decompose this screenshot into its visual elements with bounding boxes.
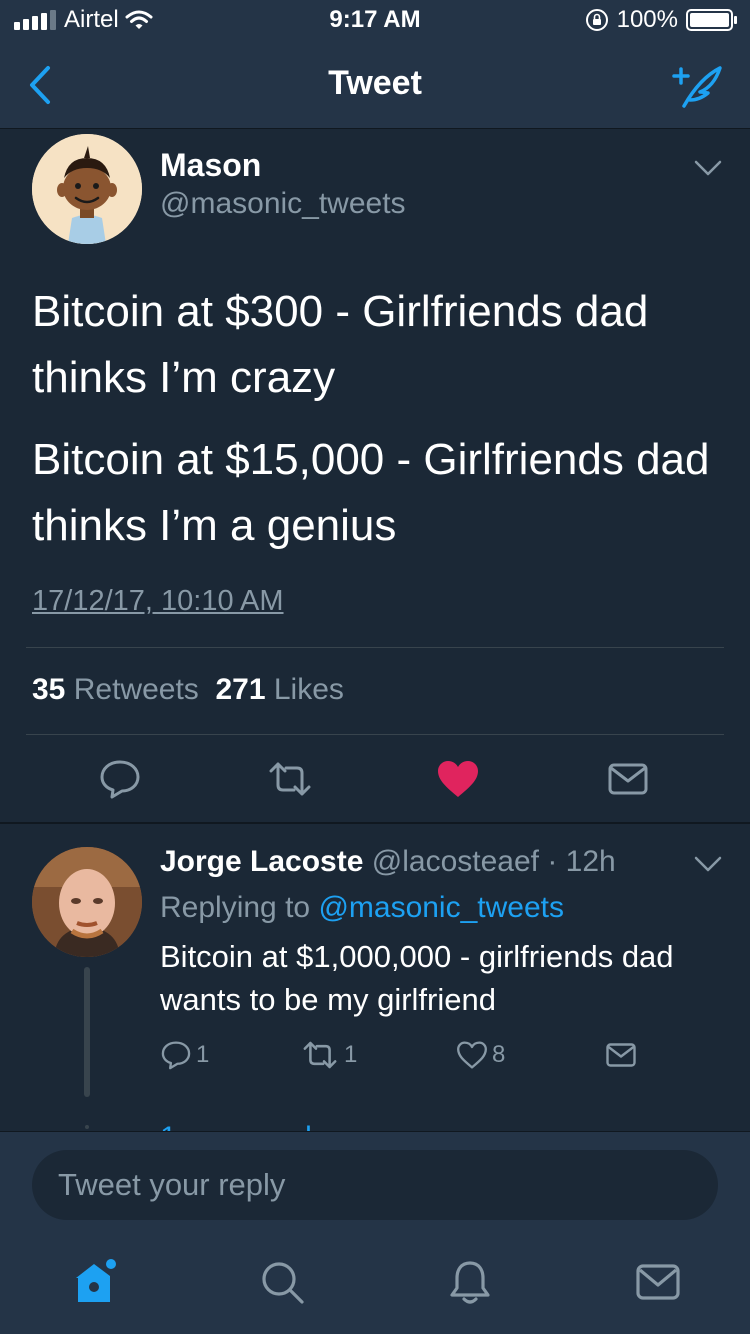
- reply-icon: [161, 1041, 191, 1070]
- tweet-text: Bitcoin at $300 - Girlfriends dad thinks…: [32, 279, 722, 575]
- more-replies-link[interactable]: 1 more reply: [160, 1115, 327, 1131]
- replying-to-link[interactable]: @masonic_tweets: [318, 891, 564, 924]
- reply-reply-button[interactable]: 1: [160, 1037, 209, 1073]
- tweet-timestamp[interactable]: 17/12/17, 10:10 AM: [32, 585, 284, 618]
- message-icon: [606, 1043, 636, 1067]
- replying-prefix: Replying to: [160, 891, 311, 924]
- reply-author-handle[interactable]: @lacosteaef: [372, 845, 539, 878]
- likes-label: Likes: [273, 673, 344, 706]
- reply-composer: [0, 1131, 750, 1237]
- heart-icon[interactable]: [436, 759, 480, 799]
- retweet-icon: [303, 1041, 337, 1069]
- divider: [26, 647, 724, 648]
- battery-icon: [686, 9, 737, 31]
- avatar-illustration: [32, 134, 142, 244]
- reply-author-name[interactable]: Jorge Lacoste: [160, 845, 363, 878]
- retweet-count: 35: [32, 673, 66, 706]
- tab-bar: [0, 1236, 750, 1334]
- reply-like-button[interactable]: 8: [456, 1037, 505, 1073]
- thread-dot: [85, 1125, 89, 1129]
- divider: [0, 822, 750, 824]
- reply-text: Bitcoin at $1,000,000 - girlfriends dad …: [160, 939, 674, 1017]
- reply-avatar[interactable]: [32, 847, 142, 957]
- reply-like-count: 8: [492, 1041, 506, 1068]
- heart-outline-icon: [457, 1041, 487, 1069]
- chevron-down-icon[interactable]: [692, 157, 724, 179]
- avatar[interactable]: [32, 134, 142, 244]
- tweet-detail: Mason @masonic_tweets Bitcoin at $300 - …: [0, 129, 750, 1131]
- orientation-lock-icon: [585, 9, 608, 31]
- retweets-label: Retweets: [73, 673, 199, 706]
- reply-retweet-count: 1: [344, 1041, 358, 1068]
- compose-tweet-icon[interactable]: [670, 62, 724, 110]
- like-count: 271: [215, 673, 266, 706]
- reply-icon[interactable]: [98, 759, 142, 799]
- tweet-text-line: Bitcoin at $15,000 - Girlfriends dad thi…: [32, 435, 710, 550]
- home-icon[interactable]: [70, 1258, 118, 1306]
- notifications-icon[interactable]: [446, 1258, 494, 1306]
- divider: [26, 734, 724, 735]
- reply-input[interactable]: [32, 1150, 718, 1220]
- tweet-stats[interactable]: 35 Retweets 271 Likes: [32, 673, 344, 707]
- page-title: Tweet: [328, 64, 422, 102]
- thread-line: [84, 967, 90, 1097]
- status-right: 100%: [585, 6, 738, 34]
- status-bar: Airtel 9:17 AM 100%: [0, 0, 750, 40]
- reply-avatar-photo: [32, 847, 142, 957]
- message-icon[interactable]: [606, 759, 650, 799]
- author-handle[interactable]: @masonic_tweets: [160, 187, 406, 221]
- chevron-down-icon[interactable]: [692, 853, 724, 875]
- tweet-text-line: Bitcoin at $300 - Girlfriends dad thinks…: [32, 287, 649, 402]
- author-name[interactable]: Mason: [160, 147, 261, 184]
- reply-time: · 12h: [547, 845, 616, 878]
- reply-message-button[interactable]: [604, 1037, 638, 1073]
- battery-percent: 100%: [616, 6, 678, 33]
- reply-reply-count: 1: [196, 1041, 210, 1068]
- messages-icon[interactable]: [634, 1258, 682, 1306]
- search-icon[interactable]: [258, 1258, 306, 1306]
- reply-retweet-button[interactable]: 1: [300, 1037, 357, 1073]
- replying-to: Replying to @masonic_tweets: [160, 891, 564, 925]
- navigation-bar: Tweet: [0, 40, 750, 129]
- retweet-icon[interactable]: [268, 759, 312, 799]
- reply-header[interactable]: Jorge Lacoste @lacosteaef · 12h: [160, 845, 616, 879]
